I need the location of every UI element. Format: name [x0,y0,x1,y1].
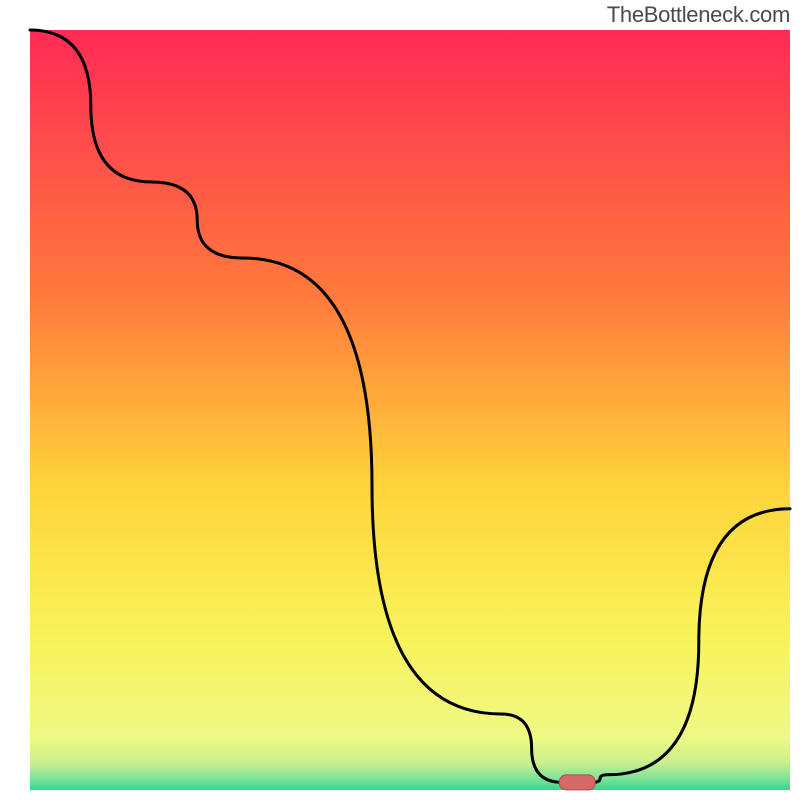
plot-background [30,30,790,790]
chart-container: TheBottleneck.com [0,0,800,800]
bottleneck-chart [0,0,800,800]
optimum-marker [559,775,595,790]
watermark-text: TheBottleneck.com [607,2,790,28]
